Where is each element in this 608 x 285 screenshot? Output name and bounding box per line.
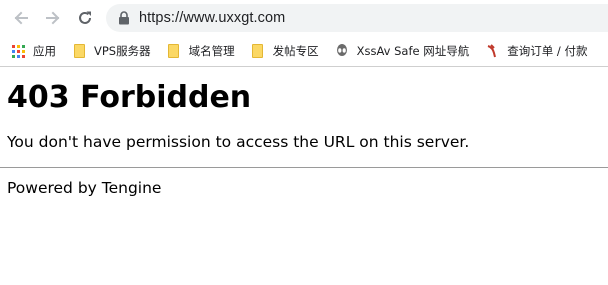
page-content: 403 Forbidden You don't have permission … (0, 80, 608, 198)
back-button[interactable] (9, 6, 33, 30)
address-bar[interactable]: https://www.uxxgt.com (106, 4, 608, 32)
bookmark-folder-posting[interactable]: 发帖专区 (244, 39, 327, 63)
forward-button[interactable] (41, 6, 65, 30)
bookmark-folder-domain[interactable]: 域名管理 (160, 39, 243, 63)
bookmark-apps[interactable]: 应用 (1, 39, 64, 63)
bookmark-folder-vps[interactable]: VPS服务器 (65, 39, 159, 63)
bookmark-orders[interactable]: 查询订单 / 付款 (478, 39, 595, 63)
bookmark-label: 发帖专区 (272, 44, 319, 58)
error-message: You don't have permission to access the … (7, 133, 470, 151)
browser-toolbar: https://www.uxxgt.com (0, 0, 608, 36)
alien-icon (334, 43, 350, 59)
url-text[interactable]: https://www.uxxgt.com (139, 10, 285, 26)
bookmarks-bar: 应用 VPS服务器 域名管理 发帖专区 XssAv Safe 网址导航 查询订单… (0, 36, 608, 67)
bookmark-label: VPS服务器 (94, 44, 151, 58)
bookmark-label: 查询订单 / 付款 (507, 44, 588, 58)
bookmark-xssav[interactable]: XssAv Safe 网址导航 (328, 39, 478, 63)
bookmark-label: 域名管理 (188, 44, 235, 58)
reload-icon (79, 11, 91, 24)
page-title: 403 Forbidden (7, 80, 252, 115)
divider (0, 167, 608, 168)
server-signature: Powered by Tengine (7, 179, 162, 197)
folder-icon (250, 43, 266, 59)
lock-icon (118, 11, 130, 25)
apps-grid-icon (10, 43, 26, 59)
folder-icon (71, 43, 87, 59)
bookmark-favicon-icon (484, 43, 500, 59)
reload-button[interactable] (73, 6, 97, 30)
arrow-right-icon (46, 11, 60, 25)
folder-icon (166, 43, 182, 59)
bookmark-label: 应用 (33, 44, 56, 58)
bookmark-label: XssAv Safe 网址导航 (356, 44, 470, 58)
arrow-left-icon (14, 11, 28, 25)
